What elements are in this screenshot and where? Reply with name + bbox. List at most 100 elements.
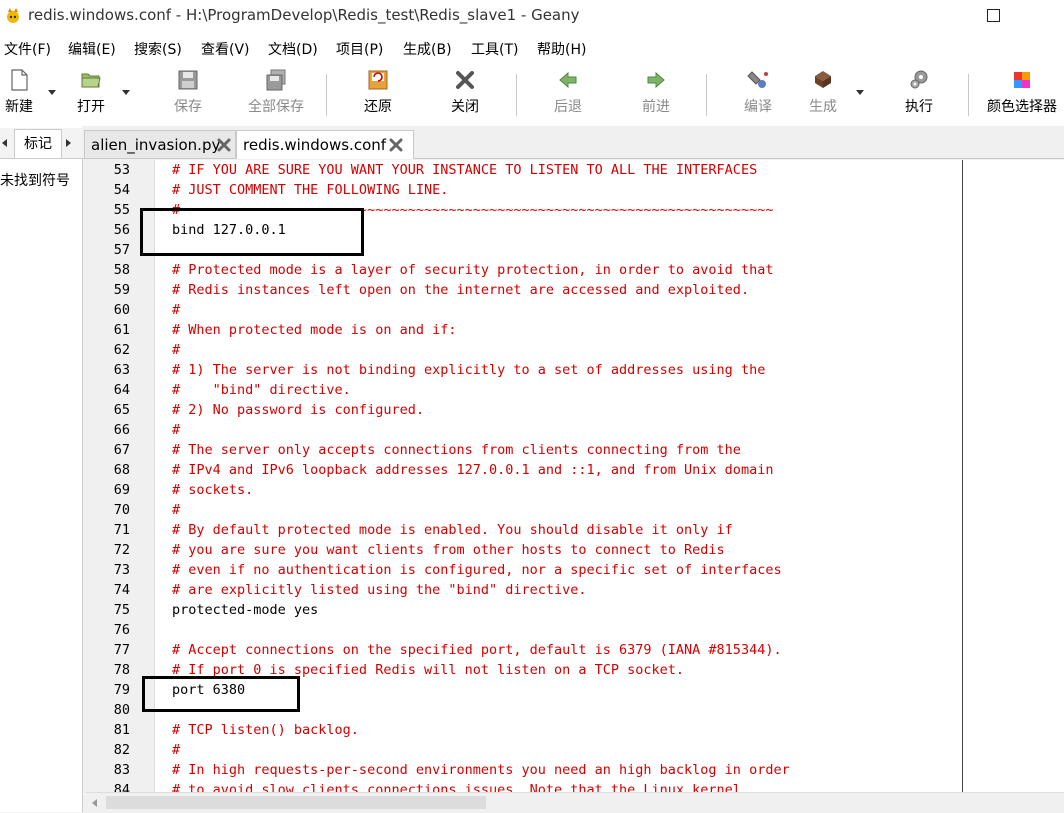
line-number: 54 (113, 182, 130, 198)
tab-redis-windows-conf[interactable]: redis.windows.conf (236, 130, 414, 159)
line-number: 74 (113, 582, 130, 598)
tab-alien-invasion[interactable]: alien_invasion.py (84, 130, 236, 158)
code-line-comment[interactable]: # (172, 422, 180, 438)
color-picker-icon (1014, 72, 1030, 88)
toolbar: 新建 打开 保存 全部保存 还原 关闭 后退 前进 编译 生成 执行 颜色选择器 (0, 64, 1064, 127)
code-line-comment[interactable]: # even if no authentication is configure… (172, 562, 782, 578)
line-number: 67 (113, 442, 130, 458)
code-line-comment[interactable]: # IPv4 and IPv6 loopback addresses 127.0… (172, 462, 773, 478)
line-number: 84 (113, 782, 130, 792)
code-line-comment[interactable]: # 1) The server is not binding explicitl… (172, 362, 765, 378)
tab-close-icon[interactable] (389, 138, 403, 152)
code-line-comment[interactable]: # (172, 742, 180, 758)
code-line-comment[interactable]: # to avoid slow clients connections issu… (172, 782, 741, 792)
compile-label: 编译 (744, 99, 772, 115)
line-number: 56 (113, 222, 130, 238)
compile-button[interactable]: 编译 (740, 68, 776, 122)
color-picker-button[interactable]: 颜色选择器 (984, 68, 1060, 122)
code-line-comment[interactable]: # In high requests-per-second environmen… (172, 762, 790, 778)
sidebar-scroll-right-icon[interactable] (66, 139, 71, 147)
code-line-comment[interactable]: # Redis instances left open on the inter… (172, 282, 749, 298)
code-line-comment[interactable]: # JUST COMMENT THE FOLLOWING LINE. (172, 182, 448, 198)
code-line-comment[interactable]: # When protected mode is on and if: (172, 322, 456, 338)
toolbar-separator (968, 74, 969, 116)
horizontal-scrollbar[interactable] (86, 792, 1064, 813)
execute-button[interactable]: 执行 (902, 68, 936, 122)
line-number: 60 (113, 302, 130, 318)
code-line-comment[interactable]: # TCP listen() backlog. (172, 722, 359, 738)
tab-symbols[interactable]: 标记 (14, 129, 62, 158)
code-line[interactable]: protected-mode yes (172, 602, 318, 618)
sidebar-scroll-left-icon[interactable] (2, 139, 7, 147)
code-line-comment[interactable]: # (172, 302, 180, 318)
code-line-comment[interactable]: # IF YOU ARE SURE YOU WANT YOUR INSTANCE… (172, 162, 757, 178)
back-label: 后退 (554, 99, 582, 115)
menu-build[interactable]: 生成(B) (403, 39, 452, 59)
line-number: 66 (113, 422, 130, 438)
new-button[interactable]: 新建 (2, 68, 36, 122)
code-line-comment[interactable]: # Protected mode is a layer of security … (172, 262, 773, 278)
code-line-comment[interactable]: # The server only accepts connections fr… (172, 442, 741, 458)
code-line-comment[interactable]: # Accept connections on the specified po… (172, 642, 782, 658)
line-number: 78 (113, 662, 130, 678)
save-all-button[interactable]: 全部保存 (244, 68, 308, 122)
open-dropdown-arrow[interactable] (122, 90, 130, 95)
forward-button[interactable]: 前进 (638, 68, 674, 122)
scroll-left-icon[interactable] (92, 799, 97, 807)
line-number: 68 (113, 462, 130, 478)
menu-edit[interactable]: 编辑(E) (68, 39, 116, 59)
open-label: 打开 (77, 99, 105, 115)
save-all-icon (266, 69, 286, 91)
code-line-comment[interactable]: # sockets. (172, 482, 253, 498)
code-line-comment[interactable]: # By default protected mode is enabled. … (172, 522, 733, 538)
menu-tools[interactable]: 工具(T) (471, 39, 518, 59)
menu-file[interactable]: 文件(F) (4, 39, 51, 59)
line-number: 63 (113, 362, 130, 378)
maximize-button[interactable] (987, 9, 1000, 22)
code-line-comment[interactable]: # are explicitly listed using the "bind"… (172, 582, 587, 598)
save-label: 保存 (174, 99, 202, 115)
line-number: 81 (113, 722, 130, 738)
menu-search[interactable]: 搜索(S) (134, 39, 182, 59)
toolbar-separator (516, 74, 517, 116)
code-line-comment[interactable]: # (172, 342, 180, 358)
open-button[interactable]: 打开 (74, 68, 108, 122)
close-label: 关闭 (451, 99, 479, 115)
build-dropdown-arrow[interactable] (856, 90, 864, 95)
code-editor[interactable]: 53 54 55 56 57 58 59 60 61 62 63 64 65 66 67 68 69 70 71 72… (86, 160, 1064, 792)
scrollbar-thumb[interactable] (106, 796, 486, 809)
line-number: 53 (113, 162, 130, 178)
code-line-comment[interactable]: # 2) No password is configured. (172, 402, 424, 418)
line-number: 79 (113, 682, 130, 698)
forward-label: 前进 (642, 99, 670, 115)
revert-button[interactable]: 还原 (360, 68, 396, 122)
build-icon (815, 71, 831, 88)
menu-project[interactable]: 项目(P) (336, 39, 383, 59)
code-line-comment[interactable]: # you are sure you want clients from oth… (172, 542, 725, 558)
line-number: 80 (113, 702, 130, 718)
compile-icon (747, 71, 768, 88)
sidebar-tabs: 标记 (0, 128, 82, 159)
menu-help[interactable]: 帮助(H) (537, 39, 586, 59)
line-number: 61 (113, 322, 130, 338)
back-button[interactable]: 后退 (550, 68, 586, 122)
code-line-comment[interactable]: # "bind" directive. (172, 382, 351, 398)
line-number: 65 (113, 402, 130, 418)
close-button[interactable]: 关闭 (448, 68, 482, 122)
build-button[interactable]: 生成 (806, 68, 840, 122)
code-line-comment[interactable]: # (172, 502, 180, 518)
menu-document[interactable]: 文档(D) (268, 39, 318, 59)
highlight-box-port (142, 676, 300, 712)
line-number: 64 (113, 382, 130, 398)
menu-view[interactable]: 查看(V) (201, 39, 250, 59)
new-dropdown-arrow[interactable] (48, 90, 56, 95)
title-bar: redis.windows.conf - H:\ProgramDevelop\R… (0, 0, 1064, 32)
line-number: 72 (113, 542, 130, 558)
save-button[interactable]: 保存 (170, 68, 206, 122)
tab-close-icon[interactable] (217, 138, 231, 152)
line-number: 70 (113, 502, 130, 518)
line-number: 82 (113, 742, 130, 758)
toolbar-separator (706, 74, 707, 116)
execute-gears-icon (910, 70, 928, 89)
long-line-marker (962, 160, 963, 792)
